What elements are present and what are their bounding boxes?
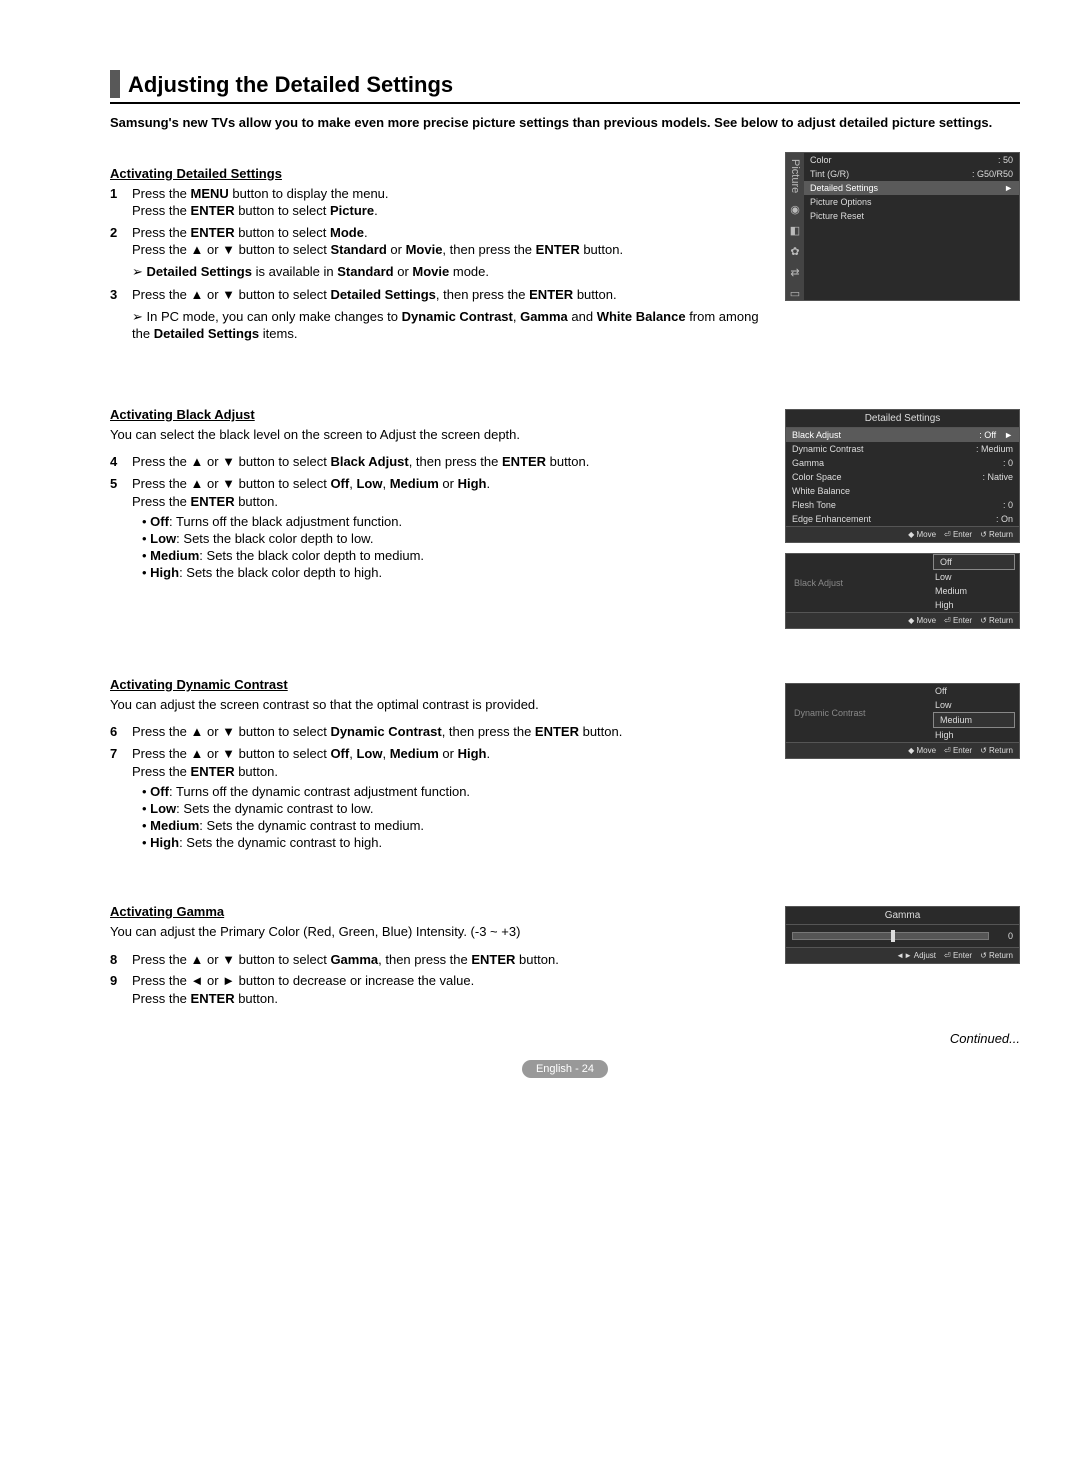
input-icon: ⇄ xyxy=(790,266,799,279)
note-detailed-mode: Detailed Settings is available in Standa… xyxy=(132,263,775,281)
dynamic-contrast-intro: You can adjust the screen contrast so th… xyxy=(110,696,775,714)
step-6: 6 Press the ▲ or ▼ button to select Dyna… xyxy=(110,723,775,741)
step-8: 8 Press the ▲ or ▼ button to select Gamm… xyxy=(110,951,775,969)
sound-icon: ◉ xyxy=(790,203,800,216)
black-adjust-options: Off: Turns off the black adjustment func… xyxy=(142,514,775,580)
intro-text: Samsung's new TVs allow you to make even… xyxy=(110,114,1020,132)
section-head-activating-detailed: Activating Detailed Settings xyxy=(110,166,775,181)
dynamic-contrast-options: Off: Turns off the dynamic contrast adju… xyxy=(142,784,775,850)
osd-detailed-settings: Detailed Settings Black Adjust: Off► Dyn… xyxy=(785,409,1020,543)
osd-row-picture-options: Picture Options xyxy=(804,195,1019,209)
note-pc-mode: In PC mode, you can only make changes to… xyxy=(132,308,775,343)
slider-thumb xyxy=(891,930,895,942)
section-head-black-adjust: Activating Black Adjust xyxy=(110,407,775,422)
setup-icon: ✿ xyxy=(790,245,799,258)
osd-black-adjust-popup: Black Adjust Off Low Medium High xyxy=(785,553,1020,613)
step-5: 5 Press the ▲ or ▼ button to select Off,… xyxy=(110,475,775,510)
black-adjust-intro: You can select the black level on the sc… xyxy=(110,426,775,444)
gamma-slider: 0 xyxy=(786,925,1019,947)
osd-row-tint: Tint (G/R): G50/R50 xyxy=(804,167,1019,181)
section-head-dynamic-contrast: Activating Dynamic Contrast xyxy=(110,677,775,692)
step-7: 7 Press the ▲ or ▼ button to select Off,… xyxy=(110,745,775,780)
osd-row-picture-reset: Picture Reset xyxy=(804,209,1019,223)
continued-label: Continued... xyxy=(110,1031,1020,1046)
app-icon: ▭ xyxy=(790,287,800,300)
osd-option-off: Off xyxy=(933,554,1015,570)
osd-option-medium: Medium xyxy=(933,712,1015,728)
step-3: 3 Press the ▲ or ▼ button to select Deta… xyxy=(110,286,775,304)
step-9: 9 Press the ◄ or ► button to decrease or… xyxy=(110,972,775,1007)
osd-dynamic-contrast-popup: Dynamic Contrast Off Low Medium High xyxy=(785,683,1020,743)
step-2: 2 Press the ENTER button to select Mode.… xyxy=(110,224,775,259)
osd-row-detailed-settings: Detailed Settings► xyxy=(804,181,1019,195)
channel-icon: ◧ xyxy=(790,224,800,237)
step-4: 4 Press the ▲ or ▼ button to select Blac… xyxy=(110,453,775,471)
osd-tab-picture: Picture xyxy=(789,157,801,195)
step-1: 1 Press the MENU button to display the m… xyxy=(110,185,775,220)
section-head-gamma: Activating Gamma xyxy=(110,904,775,919)
osd-row-color: Color: 50 xyxy=(804,153,1019,167)
page-title-wrap: Adjusting the Detailed Settings xyxy=(110,70,1020,104)
page-footer: English - 24 xyxy=(110,1060,1020,1075)
osd-row-black-adjust: Black Adjust: Off► xyxy=(786,428,1019,442)
osd-sidebar-tabs: Picture ◉ ◧ ✿ ⇄ ▭ xyxy=(786,153,804,300)
osd-gamma: Gamma 0 ◄► Adjust⏎ Enter↺ Return xyxy=(785,906,1020,964)
page-title: Adjusting the Detailed Settings xyxy=(128,72,453,98)
osd-picture-menu: Picture ◉ ◧ ✿ ⇄ ▭ Color: 50 Tint (G/R): … xyxy=(785,152,1020,301)
title-accent-bar xyxy=(110,70,120,98)
gamma-intro: You can adjust the Primary Color (Red, G… xyxy=(110,923,775,941)
